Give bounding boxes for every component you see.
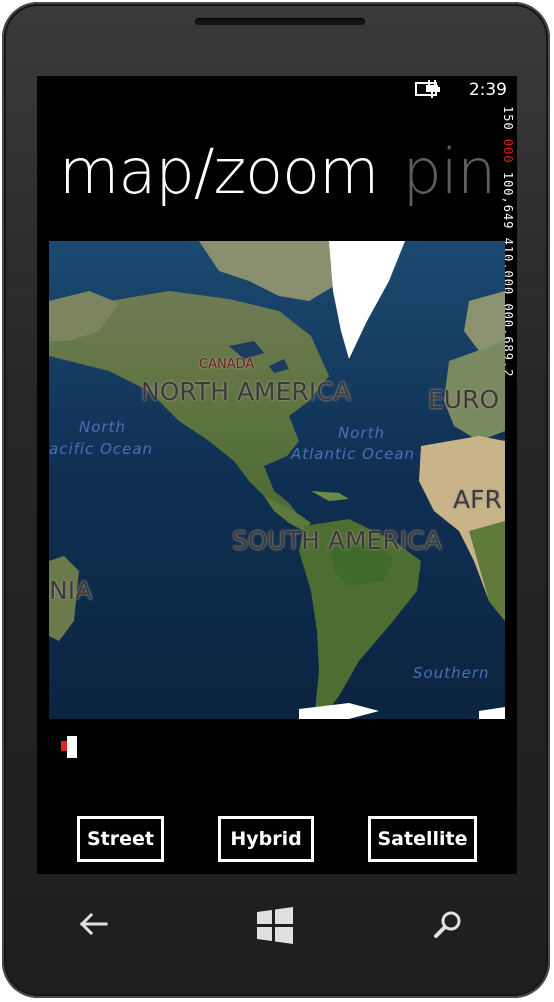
zoom-slider[interactable] bbox=[61, 736, 77, 758]
windows-logo-icon[interactable] bbox=[256, 906, 294, 944]
satellite-imagery bbox=[49, 241, 505, 719]
pivot-title-current[interactable]: map/zoom bbox=[59, 135, 379, 208]
map-label-canada: CANADA bbox=[199, 357, 255, 372]
zoom-slider-thumb[interactable] bbox=[67, 736, 77, 758]
map-label-africa: AFR bbox=[453, 485, 502, 514]
speaker-grille bbox=[195, 18, 365, 25]
map-label-pacific-2: acific Ocean bbox=[49, 440, 154, 458]
map-label-atlantic-1: North bbox=[338, 424, 385, 442]
status-time: 2:39 bbox=[468, 80, 507, 100]
phone-screen: 2:39 map/zoom pin 150 000 100,649 410,000… bbox=[37, 76, 517, 874]
pivot-title-next[interactable]: pin bbox=[402, 135, 496, 208]
back-arrow-icon[interactable] bbox=[79, 910, 109, 938]
street-button[interactable]: Street bbox=[77, 816, 164, 862]
charging-plug-icon bbox=[426, 80, 438, 98]
map-label-pacific-1: North bbox=[79, 418, 126, 436]
fps-value: 150 bbox=[501, 106, 515, 131]
search-icon[interactable] bbox=[433, 910, 463, 940]
hybrid-button[interactable]: Hybrid bbox=[218, 816, 314, 862]
map-label-southern-ocean: Southern bbox=[413, 664, 490, 682]
map-label-europe: EURO bbox=[428, 385, 500, 414]
fps-warning-value: 000 bbox=[501, 138, 515, 164]
map-view[interactable]: CANADA NORTH AMERICA EURO AFR SOUTH AMER… bbox=[49, 241, 505, 719]
map-label-asia-partial: NIA bbox=[49, 576, 93, 605]
satellite-button[interactable]: Satellite bbox=[368, 816, 477, 862]
map-label-atlantic-2: Atlantic Ocean bbox=[291, 445, 416, 463]
map-label-south-america: SOUTH AMERICA bbox=[232, 526, 442, 555]
pivot-header: map/zoom pin bbox=[59, 132, 496, 212]
map-label-north-america: NORTH AMERICA bbox=[141, 377, 351, 406]
